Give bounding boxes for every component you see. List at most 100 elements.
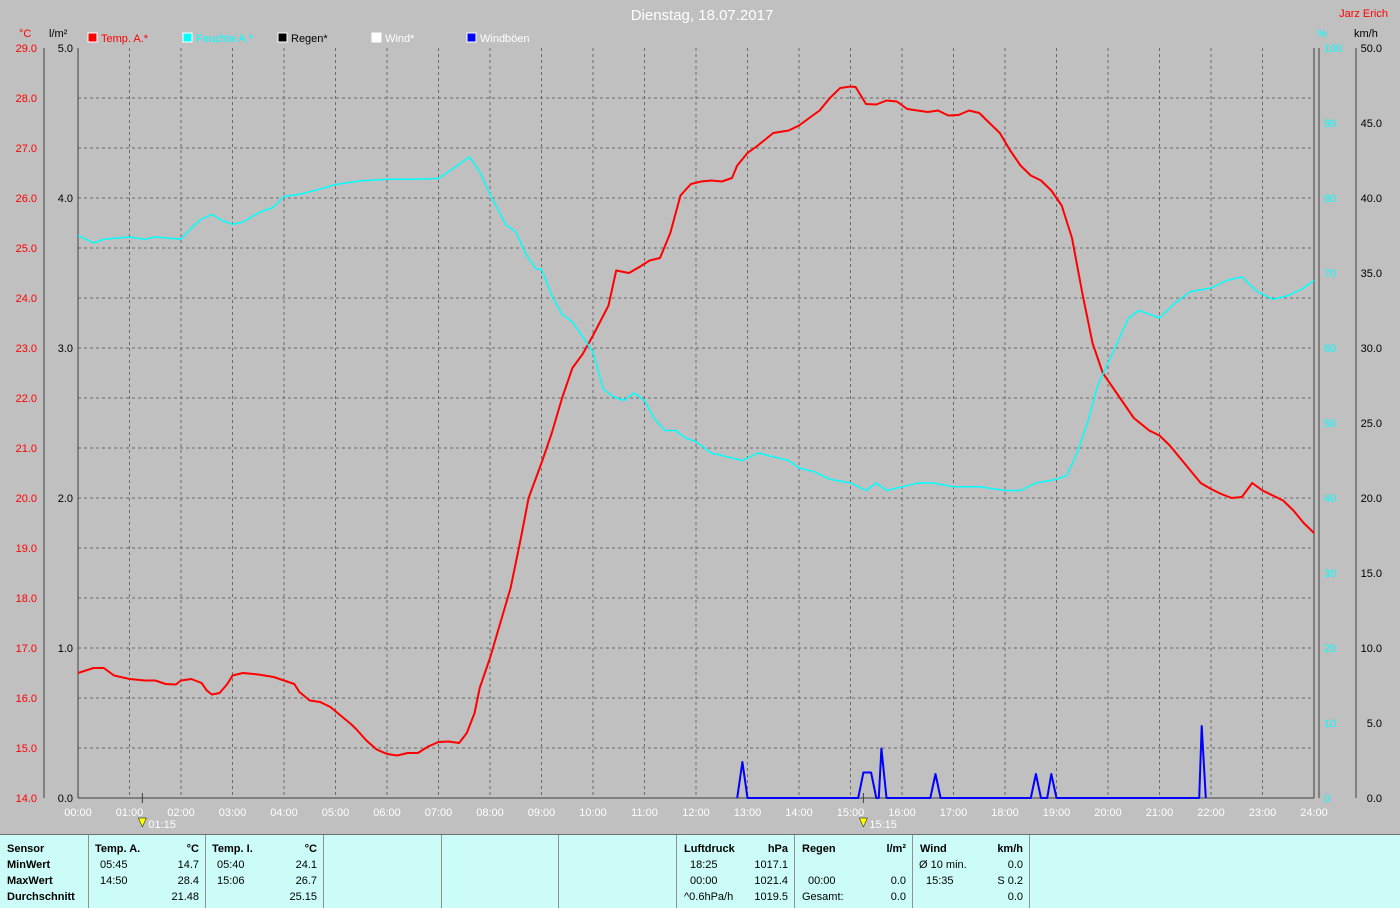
- rain-tick-label: 1.0: [58, 643, 73, 655]
- humidity-tick-label: 100: [1324, 43, 1342, 55]
- wind-tick-label: 0.0: [1367, 793, 1382, 805]
- empty-section-2: [442, 835, 559, 908]
- temp-a-min-time: 05:45: [100, 859, 128, 871]
- x-tick-label: 14:00: [785, 807, 813, 819]
- temp-i-header: Temp. I.: [212, 843, 253, 855]
- wind-avg-value: 0.0: [1007, 859, 1023, 871]
- temp-i-max-value: 26.7: [295, 875, 317, 887]
- x-tick-label: 01:00: [116, 807, 144, 819]
- pressure-trend: ^0.6hPa/h: [684, 891, 734, 903]
- wind-unit: km/h: [997, 843, 1023, 855]
- x-tick-label: 24:00: [1300, 807, 1328, 819]
- temp-axis-unit: °C: [19, 28, 31, 40]
- temp-i-section: Temp. I. °C 05:40 24.1 15:06 26.7 25.15: [206, 835, 324, 908]
- x-tick-label: 16:00: [888, 807, 916, 819]
- humidity-tick-label: 70: [1324, 268, 1336, 280]
- legend-swatch: [87, 32, 98, 43]
- humidity-tick-label: 30: [1324, 568, 1336, 580]
- author-label: Jarz Erich: [1339, 8, 1388, 20]
- temp-tick-label: 29.0: [16, 43, 37, 55]
- wind-header: Wind: [920, 843, 947, 855]
- pressure-header: Luftdruck: [684, 843, 735, 855]
- wind-tick-label: 5.0: [1367, 718, 1382, 730]
- marker-time-label: 15:15: [869, 819, 897, 831]
- x-tick-label: 07:00: [425, 807, 453, 819]
- x-tick-label: 15:00: [837, 807, 865, 819]
- temp-i-min-time: 05:40: [217, 859, 245, 871]
- rain-value: 0.0: [890, 875, 906, 887]
- sensor-header: Sensor: [7, 843, 45, 855]
- wind-third-value: 0.0: [1007, 891, 1023, 903]
- x-tick-label: 13:00: [734, 807, 762, 819]
- legend-label: Temp. A.*: [101, 33, 149, 45]
- temp-a-min-value: 14.7: [177, 859, 199, 871]
- row-label-avg: Durchschnitt: [7, 891, 75, 903]
- x-tick-label: 08:00: [476, 807, 504, 819]
- wind-tick-label: 15.0: [1361, 568, 1382, 580]
- temp-i-max-time: 15:06: [217, 875, 245, 887]
- rain-header: Regen: [802, 843, 836, 855]
- legend-swatch: [466, 32, 477, 43]
- temp-tick-label: 27.0: [16, 143, 37, 155]
- x-tick-label: 03:00: [219, 807, 247, 819]
- rain-tick-label: 0.0: [58, 793, 73, 805]
- x-tick-label: 05:00: [322, 807, 350, 819]
- temp-tick-label: 26.0: [16, 193, 37, 205]
- temp-a-header: Temp. A.: [95, 843, 141, 855]
- rain-unit: l/m²: [886, 843, 906, 855]
- wind-axis-unit: km/h: [1354, 28, 1378, 40]
- humidity-tick-label: 50: [1324, 418, 1336, 430]
- temp-a-max-value: 28.4: [177, 875, 199, 887]
- temp-a-average: 21.48: [171, 891, 199, 903]
- temp-tick-label: 28.0: [16, 93, 37, 105]
- row-label-min: MinWert: [7, 859, 51, 871]
- x-tick-label: 19:00: [1043, 807, 1071, 819]
- rain-tick-label: 2.0: [58, 493, 73, 505]
- temp-tick-label: 18.0: [16, 593, 37, 605]
- sensor-section: Sensor MinWert MaxWert Durchschnitt: [0, 835, 89, 908]
- pressure-min-time: 18:25: [690, 859, 718, 871]
- rain-total-value: 0.0: [890, 891, 906, 903]
- wind-tick-label: 40.0: [1361, 193, 1382, 205]
- wind-tick-label: 10.0: [1361, 643, 1382, 655]
- wind-tick-label: 25.0: [1361, 418, 1382, 430]
- temp-tick-label: 15.0: [16, 743, 37, 755]
- temp-tick-label: 21.0: [16, 443, 37, 455]
- legend-label: Windböen: [480, 33, 530, 45]
- humidity-tick-label: 20: [1324, 643, 1336, 655]
- legend-label: Wind*: [385, 33, 415, 45]
- legend-swatch: [371, 32, 382, 43]
- temp-tick-label: 19.0: [16, 543, 37, 555]
- x-tick-label: 18:00: [991, 807, 1019, 819]
- humidity-tick-label: 80: [1324, 193, 1336, 205]
- pressure-unit: hPa: [767, 843, 788, 855]
- x-tick-label: 23:00: [1249, 807, 1277, 819]
- marker-time-label: 01:15: [148, 819, 176, 831]
- temp-tick-label: 14.0: [16, 793, 37, 805]
- x-tick-label: 11:00: [631, 807, 658, 819]
- statistics-panel: Sensor MinWert MaxWert Durchschnitt Temp…: [0, 834, 1400, 908]
- wind-tick-label: 20.0: [1361, 493, 1382, 505]
- legend-label: Regen*: [291, 33, 328, 45]
- temp-tick-label: 22.0: [16, 393, 37, 405]
- x-tick-label: 17:00: [940, 807, 968, 819]
- pressure-current-value: 1019.5: [754, 891, 788, 903]
- humidity-tick-label: 60: [1324, 343, 1336, 355]
- rain-tick-label: 4.0: [58, 193, 73, 205]
- pressure-max-time: 00:00: [690, 875, 718, 887]
- pressure-section: Luftdruck hPa 18:25 1017.1 00:00 1021.4 …: [677, 835, 795, 908]
- x-tick-label: 22:00: [1197, 807, 1225, 819]
- humidity-tick-label: 0: [1324, 793, 1330, 805]
- x-tick-label: 06:00: [373, 807, 401, 819]
- x-tick-label: 02:00: [167, 807, 195, 819]
- temp-tick-label: 23.0: [16, 343, 37, 355]
- wind-tick-label: 35.0: [1361, 268, 1382, 280]
- x-tick-label: 21:00: [1146, 807, 1174, 819]
- wind-tick-label: 30.0: [1361, 343, 1382, 355]
- empty-section-1: [324, 835, 442, 908]
- temp-tick-label: 16.0: [16, 693, 37, 705]
- temp-a-unit: °C: [186, 843, 199, 855]
- weather-chart: Dienstag, 18.07.2017 Jarz Erich °C l/m² …: [0, 0, 1400, 834]
- temp-i-unit: °C: [304, 843, 317, 855]
- temp-a-section: Temp. A. °C 05:45 14.7 14:50 28.4 21.48: [89, 835, 206, 908]
